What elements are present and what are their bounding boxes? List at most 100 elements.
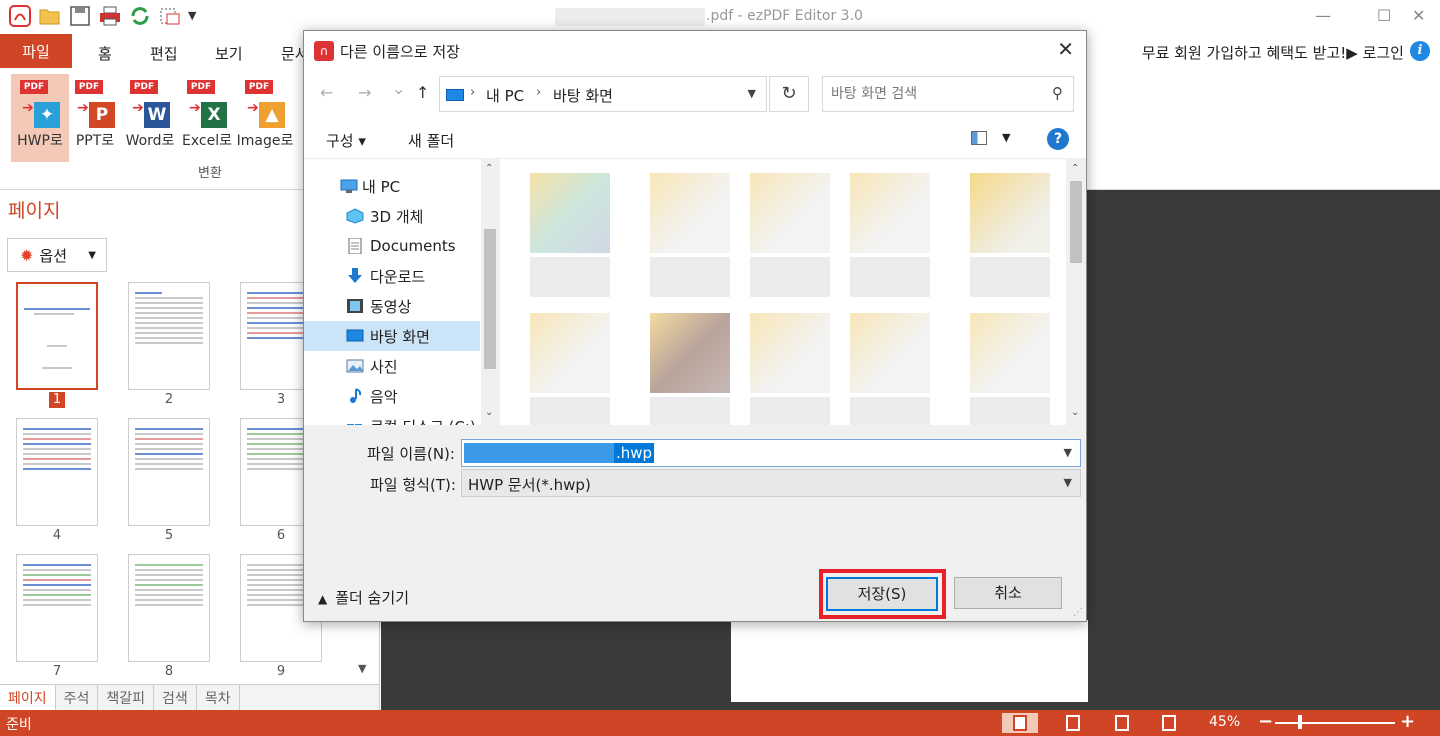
refresh-button[interactable]: ↻ <box>769 76 809 112</box>
scroll-down-arrow[interactable]: ⌄ <box>1071 407 1079 418</box>
chevron-down-icon: ▼ <box>1063 476 1072 489</box>
view-options-dropdown[interactable]: ▼ <box>1002 131 1010 144</box>
chevron-down-icon[interactable]: ▼ <box>1064 446 1072 459</box>
breadcrumb-desktop[interactable]: 바탕 화면 <box>553 85 613 106</box>
file-item[interactable] <box>970 173 1050 303</box>
convert-to-ppt-button[interactable]: PDF ➔ P PPT로 <box>66 74 124 162</box>
file-pane-scrollbar[interactable]: ⌃ ⌄ <box>1066 159 1086 425</box>
convert-to-excel-button[interactable]: PDF ➔ X Excel로 <box>178 74 236 162</box>
file-item[interactable] <box>850 313 930 425</box>
zoom-in-button[interactable]: + <box>1400 711 1415 732</box>
promo-login-link[interactable]: 무료 회원 가입하고 혜택도 받고!▶ 로그인 <box>1142 42 1404 63</box>
nav-item-downloads[interactable]: 다운로드 <box>304 261 480 291</box>
file-item[interactable] <box>970 313 1050 425</box>
pictures-icon <box>346 359 364 373</box>
tab-edit[interactable]: 편집 <box>150 43 178 64</box>
page-thumbnail[interactable] <box>16 554 98 662</box>
continuous-view-button[interactable] <box>1104 713 1140 733</box>
close-window-button[interactable]: ✕ <box>1412 6 1425 25</box>
page-thumbnail[interactable] <box>16 282 98 390</box>
address-bar[interactable]: › 내 PC › 바탕 화면 ▼ <box>439 76 767 112</box>
search-box[interactable]: ⚲ <box>822 76 1074 112</box>
tab-toc[interactable]: 목차 <box>197 685 240 710</box>
tab-file[interactable]: 파일 <box>0 34 72 68</box>
zoom-out-button[interactable]: − <box>1258 711 1273 732</box>
hide-folders-toggle[interactable]: ▲ 폴더 숨기기 <box>318 587 409 608</box>
refresh-icon[interactable] <box>128 4 152 28</box>
view-options-icon[interactable] <box>971 131 987 145</box>
nav-item-local-disk[interactable]: 로컬 디스크 (C:) <box>304 411 480 425</box>
tab-home[interactable]: 홈 <box>98 43 112 64</box>
page-thumbnail[interactable] <box>128 554 210 662</box>
file-item[interactable] <box>530 173 610 303</box>
nav-item-desktop[interactable]: 바탕 화면 <box>304 321 480 351</box>
nav-item-pictures[interactable]: 사진 <box>304 351 480 381</box>
scrollbar-thumb[interactable] <box>1070 181 1082 263</box>
open-folder-icon[interactable] <box>38 4 62 28</box>
maximize-button[interactable]: ☐ <box>1377 6 1391 25</box>
scroll-up-arrow[interactable]: ⌃ <box>1071 163 1079 174</box>
file-item[interactable] <box>650 173 730 303</box>
file-item[interactable] <box>850 173 930 303</box>
forward-button[interactable]: → <box>358 83 371 102</box>
continuous-two-page-view-button[interactable] <box>1151 713 1187 733</box>
nav-item-documents[interactable]: Documents <box>304 231 480 261</box>
nav-item-my-pc[interactable]: 내 PC <box>304 171 480 201</box>
recent-locations-button[interactable]: ⌄ <box>392 79 405 98</box>
single-page-view-button[interactable] <box>1002 713 1038 733</box>
up-button[interactable]: ↑ <box>416 83 429 102</box>
scroll-down-arrow[interactable]: ▼ <box>358 662 366 675</box>
save-icon[interactable] <box>68 4 92 28</box>
scroll-up-arrow[interactable]: ⌃ <box>485 163 493 174</box>
resize-grip-icon[interactable]: ⋰ <box>1073 607 1083 618</box>
tab-annotations[interactable]: 주석 <box>56 685 99 710</box>
page-select-icon[interactable] <box>158 4 182 28</box>
back-button[interactable]: ← <box>320 83 333 102</box>
breadcrumb-my-pc[interactable]: 내 PC <box>486 85 524 106</box>
title-bar: ▼ .pdf - ezPDF Editor 3.0 — ☐ ✕ <box>0 0 1440 34</box>
convert-to-hwp-button[interactable]: PDF ➔ ✦ HWP로 <box>11 74 69 162</box>
pc-icon <box>446 89 464 101</box>
convert-to-image-button[interactable]: PDF ➔ ▲ Image로 <box>236 74 294 162</box>
info-icon[interactable]: i <box>1410 41 1430 61</box>
page-thumbnail[interactable] <box>128 282 210 390</box>
file-list-pane[interactable]: ⌃ ⌄ <box>500 159 1086 425</box>
scroll-down-arrow[interactable]: ⌄ <box>485 407 493 418</box>
cancel-button[interactable]: 취소 <box>954 577 1062 609</box>
nav-item-3d-objects[interactable]: 3D 개체 <box>304 201 480 231</box>
file-item[interactable] <box>650 313 730 425</box>
search-input[interactable] <box>831 84 1041 104</box>
tab-search[interactable]: 검색 <box>154 685 197 710</box>
convert-to-word-button[interactable]: PDF ➔ W Word로 <box>121 74 179 162</box>
help-icon[interactable]: ? <box>1047 128 1069 150</box>
dialog-close-button[interactable]: ✕ <box>1057 37 1074 61</box>
page-thumbnail[interactable] <box>16 418 98 526</box>
file-item[interactable] <box>750 313 830 425</box>
file-item[interactable] <box>750 173 830 303</box>
chevron-down-icon[interactable]: ▼ <box>748 87 756 100</box>
filename-field[interactable]: .hwp ▼ <box>461 439 1081 467</box>
scrollbar-thumb[interactable] <box>484 229 496 369</box>
new-folder-button[interactable]: 새 폴더 <box>408 130 454 151</box>
organize-button[interactable]: 구성 ▾ <box>326 130 366 151</box>
two-page-view-button[interactable] <box>1055 713 1091 733</box>
tab-bookmarks[interactable]: 책갈피 <box>98 685 155 710</box>
page-thumbnail[interactable] <box>128 418 210 526</box>
nav-item-videos[interactable]: 동영상 <box>304 291 480 321</box>
minimize-button[interactable]: — <box>1315 6 1331 25</box>
nav-item-music[interactable]: 음악 <box>304 381 480 411</box>
print-icon[interactable] <box>98 4 122 28</box>
save-button[interactable]: 저장(S) <box>826 577 938 611</box>
zoom-slider-track[interactable] <box>1275 722 1395 724</box>
file-item[interactable] <box>530 313 610 425</box>
tab-view[interactable]: 보기 <box>215 43 243 64</box>
nav-pane-scrollbar[interactable]: ⌃ ⌄ <box>481 159 499 425</box>
tab-pages[interactable]: 페이지 <box>0 685 56 710</box>
filename-label: 파일 이름(N): <box>367 445 455 463</box>
options-button[interactable]: ✹ 옵션 ▼ <box>7 238 107 272</box>
zoom-slider-thumb[interactable] <box>1298 715 1302 729</box>
quick-access-toolbar: ▼ <box>8 4 196 28</box>
customize-toolbar-dropdown[interactable]: ▼ <box>188 4 196 28</box>
document-icon <box>348 238 362 254</box>
filetype-select[interactable]: HWP 문서(*.hwp) ▼ <box>461 469 1081 497</box>
